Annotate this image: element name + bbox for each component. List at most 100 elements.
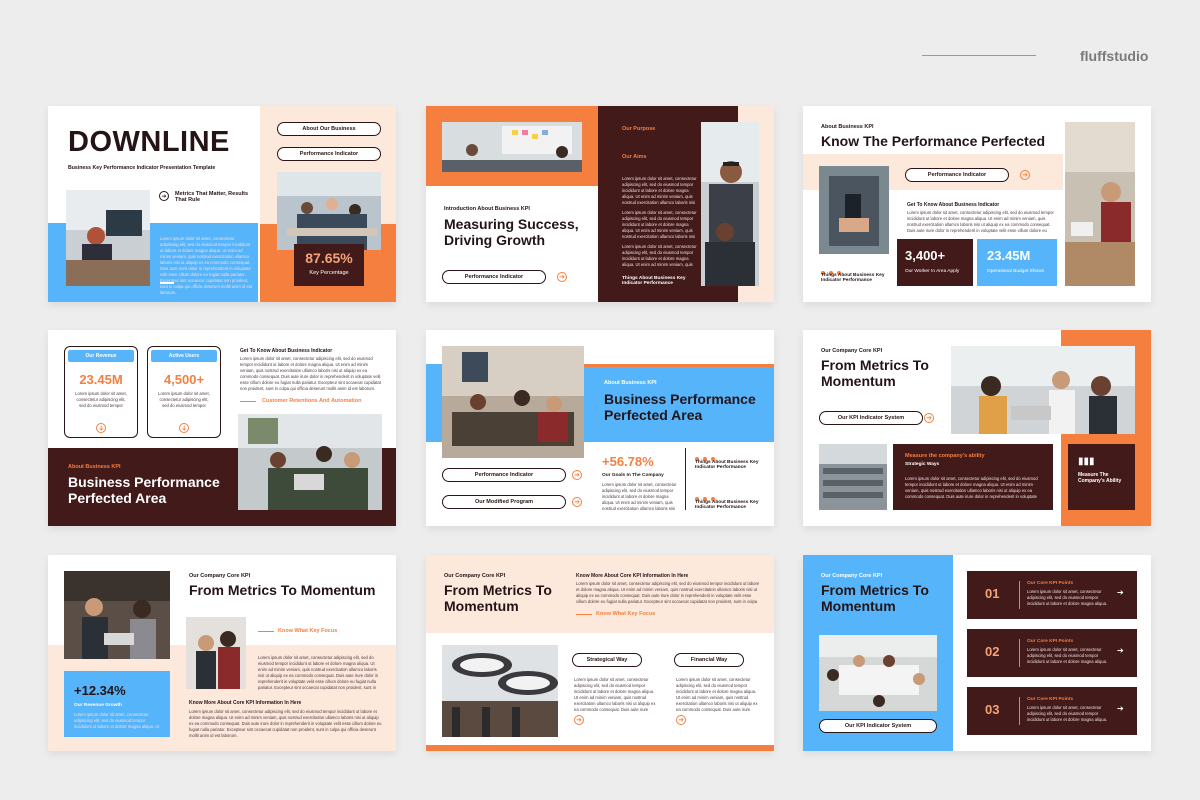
ability-box: ▮▮▮ Measure The Company's Ability [1068, 444, 1135, 510]
arrow-down-icon[interactable]: ➔ [96, 423, 106, 433]
kicker: Our Company Core KPI [821, 573, 883, 579]
slide-title: Business Performance Perfected Area [68, 474, 220, 507]
arrow-right-icon[interactable]: ➔ [557, 272, 567, 282]
kpi-row-1[interactable]: 01 Our Core KPI Points Lorem ipsum dolor… [967, 571, 1137, 619]
performance-indicator-button[interactable]: Performance Indicator [442, 270, 546, 284]
row-label: Our Core KPI Points [1027, 581, 1074, 586]
modified-program-button[interactable]: Our Modified Program [442, 495, 566, 509]
divider [258, 631, 274, 632]
stat-value: 87.65% [305, 250, 353, 266]
body-text: Lorem ipsum dolor sit amet, consectetur … [907, 210, 1054, 233]
body-text-left: Lorem ipsum dolor sit amet, consectetur … [574, 677, 656, 712]
arrow-icon: ➔ [159, 191, 169, 201]
about-business-button[interactable]: About Our Business [277, 122, 381, 136]
slide-6[interactable]: Our Company Core KPI From Metrics To Mom… [803, 330, 1151, 526]
slide-title: From Metrics To Momentum [821, 357, 929, 390]
slide-4[interactable]: Our Revenue 23.45M Lorem ipsum dolor sit… [48, 330, 396, 526]
performance-indicator-button[interactable]: Performance Indicator [442, 468, 566, 482]
photo-team-meeting [277, 172, 381, 250]
photo-meeting-table [819, 635, 937, 711]
stat-card-budget: 23.45M Operational Budget Shown [977, 239, 1057, 286]
photo-two-people-laptop [64, 571, 170, 659]
know-more: Know More About Core KPI Information In … [189, 700, 302, 706]
photo-hand-phone [819, 166, 889, 254]
arrow-right-icon[interactable]: ➔ [1117, 646, 1124, 655]
performance-indicator-button[interactable]: Performance Indicator [905, 168, 1009, 182]
slide-title: From Metrics To Momentum [821, 582, 929, 615]
arrow-right-icon[interactable]: ➔ [1117, 704, 1124, 713]
stat-label: Our Worker In Area Apply [905, 269, 960, 274]
arrow-right-icon[interactable]: ➔ [924, 413, 934, 423]
card-text: Lorem ipsum dolor sit amet, consectetur … [75, 391, 127, 408]
kicker: Our Company Core KPI [189, 573, 251, 579]
strategical-way-button[interactable]: Strategical Way [572, 653, 642, 667]
slide-title: Know The Performance Perfected [821, 133, 1046, 149]
card-value: 23.45M [79, 372, 123, 387]
kicker: About Business KPI [821, 124, 874, 130]
photo-office-hall [819, 444, 887, 510]
row-text: Lorem ipsum dolor sit amet, consectetur … [1027, 589, 1108, 606]
arrow-right-icon[interactable]: ➔ [676, 715, 686, 725]
kpi-system-button[interactable]: Our KPI Indicator System [819, 411, 923, 425]
slide-9[interactable]: Our Company Core KPI From Metrics To Mom… [803, 555, 1151, 751]
arrow-down-icon[interactable]: ➔ [179, 423, 189, 433]
slide-title: Measuring Success, Driving Growth [444, 216, 579, 249]
know-more: Know More About Core KPI Information In … [576, 573, 689, 579]
slide-8[interactable]: Our Company Core KPI From Metrics To Mom… [426, 555, 774, 751]
body-text: Lorem ipsum dolor sit amet, consectetur … [160, 236, 253, 295]
bar-chart-icon: ▮▮▮ [1078, 456, 1095, 467]
slide-5[interactable]: About Business KPI Business Performance … [426, 330, 774, 526]
key-focus: Know What Key Focus [596, 611, 656, 617]
body-text: Lorem ipsum dolor sit amet, consectetur … [576, 581, 760, 604]
performance-indicator-button[interactable]: Performance Indicator [277, 147, 381, 161]
body-text: Lorem ipsum dolor sit amet, consectetur … [74, 712, 160, 729]
brand-divider [922, 55, 1036, 56]
body-text: Lorem ipsum dolor sit amet, consectetur … [905, 476, 1038, 499]
stat-card-workers: 3,400+ Our Worker In Area Apply [897, 239, 973, 286]
kicker: Introduction About Business KPI [444, 206, 530, 212]
aims-heading: Our Aims [622, 154, 647, 160]
arrow-right-icon[interactable]: ➔ [572, 497, 582, 507]
row-text: Lorem ipsum dolor sit amet, consectetur … [1027, 647, 1108, 664]
photo-woman-computer [66, 190, 150, 286]
stat-value: +56.78% [602, 454, 654, 469]
photo-colleagues [186, 617, 246, 689]
card-header: Active Users [151, 350, 217, 362]
slide-1[interactable]: DOWNLINE Business Key Performance Indica… [48, 106, 396, 302]
slide-2[interactable]: Introduction About Business KPI Measurin… [426, 106, 774, 302]
revenue-stat-card: +12.34% Our Revenue Growth Lorem ipsum d… [64, 671, 170, 737]
slide-3[interactable]: About Business KPI Know The Performance … [803, 106, 1151, 302]
stat-label: Key Percentage [309, 270, 349, 276]
photo-sofa-group [442, 346, 584, 458]
row-divider [1019, 639, 1020, 667]
body-text: Lorem ipsum dolor sit amet, consectetur … [240, 356, 381, 391]
stat-value: +12.34% [74, 683, 126, 698]
revenue-card: Our Revenue 23.45M Lorem ipsum dolor sit… [64, 346, 138, 438]
financial-way-button[interactable]: Financial Way [674, 653, 744, 667]
footer-text: Things About Business Key Indicator Perf… [622, 276, 686, 286]
slide-7[interactable]: +12.34% Our Revenue Growth Lorem ipsum d… [48, 555, 396, 751]
slide-title: From Metrics To Momentum [444, 582, 552, 615]
kicker: Our Company Core KPI [444, 573, 506, 579]
things-text-1: Things About Business Key Indicator Perf… [695, 460, 759, 470]
stat-label: Our Goals In The Company [602, 473, 664, 478]
key-focus: Know What Key Focus [278, 628, 338, 634]
photo-high-five [951, 346, 1135, 434]
kpi-system-button[interactable]: Our KPI Indicator System [819, 719, 937, 733]
card-value: 4,500+ [163, 372, 205, 387]
body-text-1: Lorem ipsum dolor sit amet, consectetur … [622, 176, 697, 205]
body-text: Lorem ipsum dolor sit amet, consectetur … [189, 709, 382, 738]
arrow-right-icon[interactable]: ➔ [1117, 588, 1124, 597]
arrow-right-icon[interactable]: ➔ [574, 715, 584, 725]
stat-label: Our Revenue Growth [74, 703, 122, 708]
divider [576, 614, 592, 615]
measure-panel: Measure the company's ability Strategic … [893, 444, 1053, 510]
arrow-right-icon[interactable]: ➔ [1020, 170, 1030, 180]
kpi-row-3[interactable]: 03 Our Core KPI Points Lorem ipsum dolor… [967, 687, 1137, 735]
kpi-row-2[interactable]: 02 Our Core KPI Points Lorem ipsum dolor… [967, 629, 1137, 677]
measure-heading: Measure the company's ability [905, 453, 985, 459]
photo-man-glasses [701, 122, 759, 286]
row-label: Our Core KPI Points [1027, 697, 1074, 702]
divider [240, 401, 256, 402]
arrow-right-icon[interactable]: ➔ [572, 470, 582, 480]
